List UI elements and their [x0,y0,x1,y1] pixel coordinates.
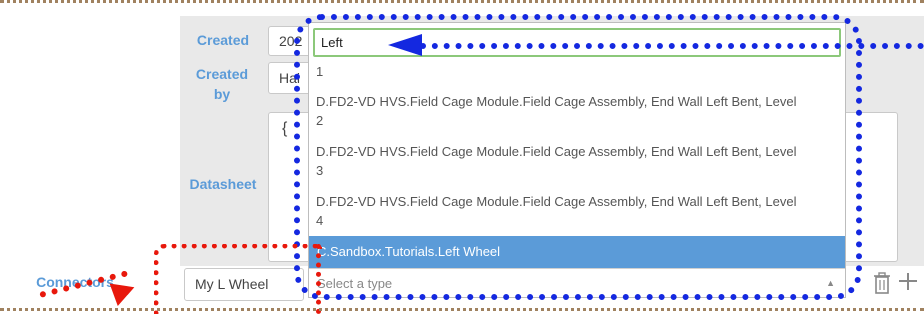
blue-highlight-annotation [294,14,862,300]
bottom-dotted-border [0,308,924,311]
created-by-label: Created by [195,66,249,102]
plus-icon[interactable] [898,270,920,292]
datasheet-text: { [282,120,288,137]
blue-arrowhead [388,34,422,56]
red-highlight-annotation-edge [316,244,321,314]
red-highlight-annotation [154,244,322,314]
blue-arrow-line [420,43,924,49]
datasheet-label: Datasheet [189,176,257,192]
top-dotted-border [0,0,924,3]
created-label: Created [196,32,250,48]
trash-icon[interactable] [874,272,892,294]
